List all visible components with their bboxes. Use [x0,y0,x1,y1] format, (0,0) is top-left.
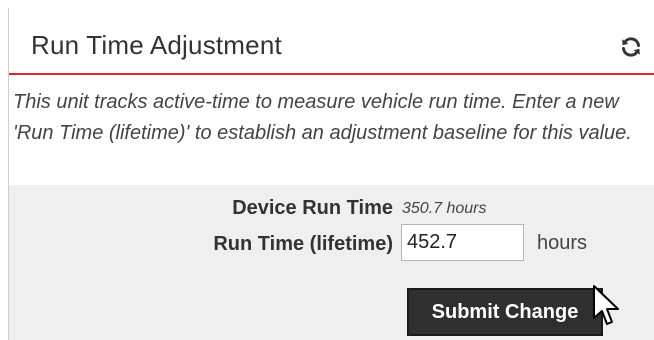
hours-unit-label: hours [537,232,588,254]
panel-title: Run Time Adjustment [31,30,282,60]
refresh-icon[interactable] [619,35,643,59]
mouse-pointer-icon [593,285,619,325]
adjustment-form: Device Run Time 350.7 hours Run Time (li… [9,185,654,340]
panel-header: Run Time Adjustment [9,8,654,75]
panel-description: This unit tracks active-time to measure … [9,75,654,185]
device-run-time-value: 350.7 hours [402,200,487,217]
submit-change-button[interactable]: Submit Change [407,288,603,336]
run-time-adjustment-panel: Run Time Adjustment This unit tracks act… [8,8,654,340]
run-time-lifetime-input[interactable] [401,224,524,261]
run-time-lifetime-label: Run Time (lifetime) [213,233,393,255]
device-run-time-label: Device Run Time [232,197,393,219]
